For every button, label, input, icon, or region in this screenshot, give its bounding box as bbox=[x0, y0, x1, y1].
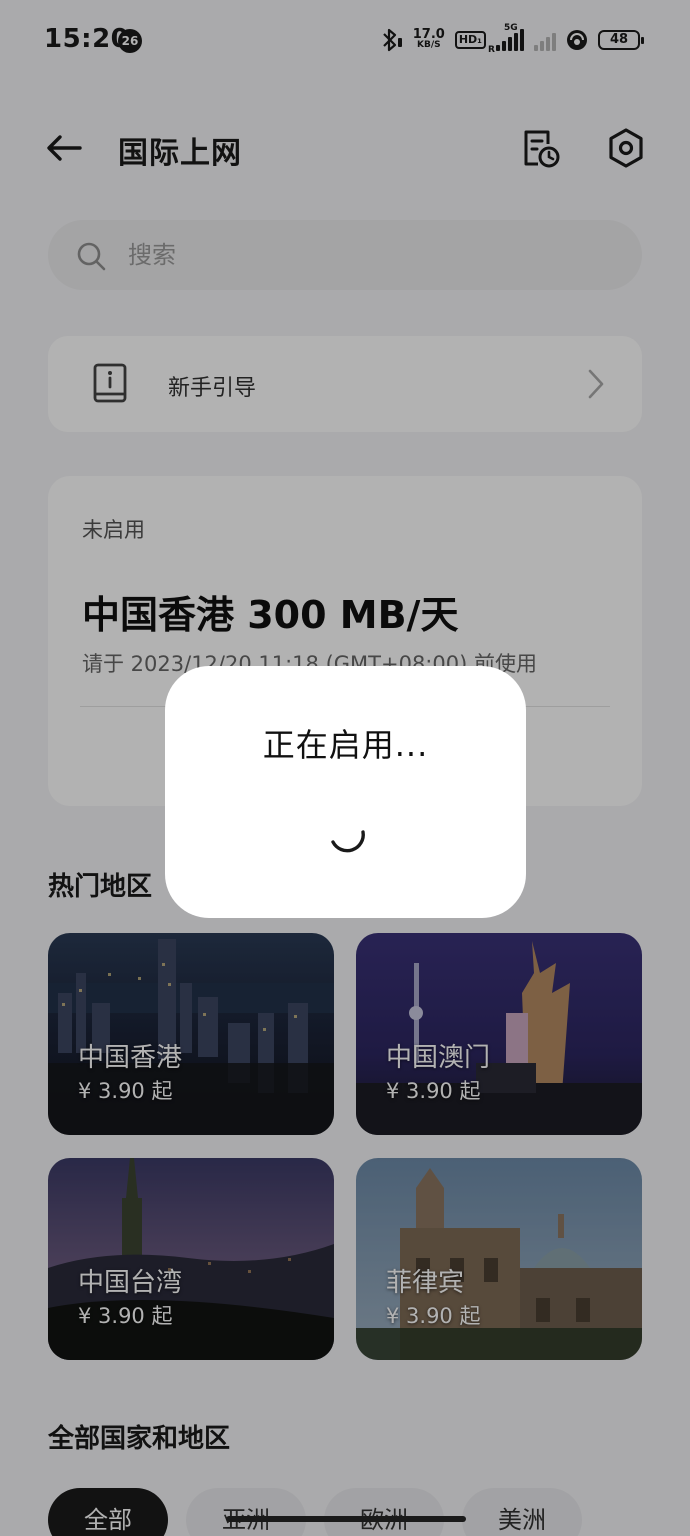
loading-spinner-icon bbox=[331, 830, 365, 853]
activating-dialog: 正在启用... bbox=[165, 666, 526, 918]
home-indicator[interactable] bbox=[226, 1516, 466, 1522]
dialog-message: 正在启用... bbox=[262, 726, 429, 764]
